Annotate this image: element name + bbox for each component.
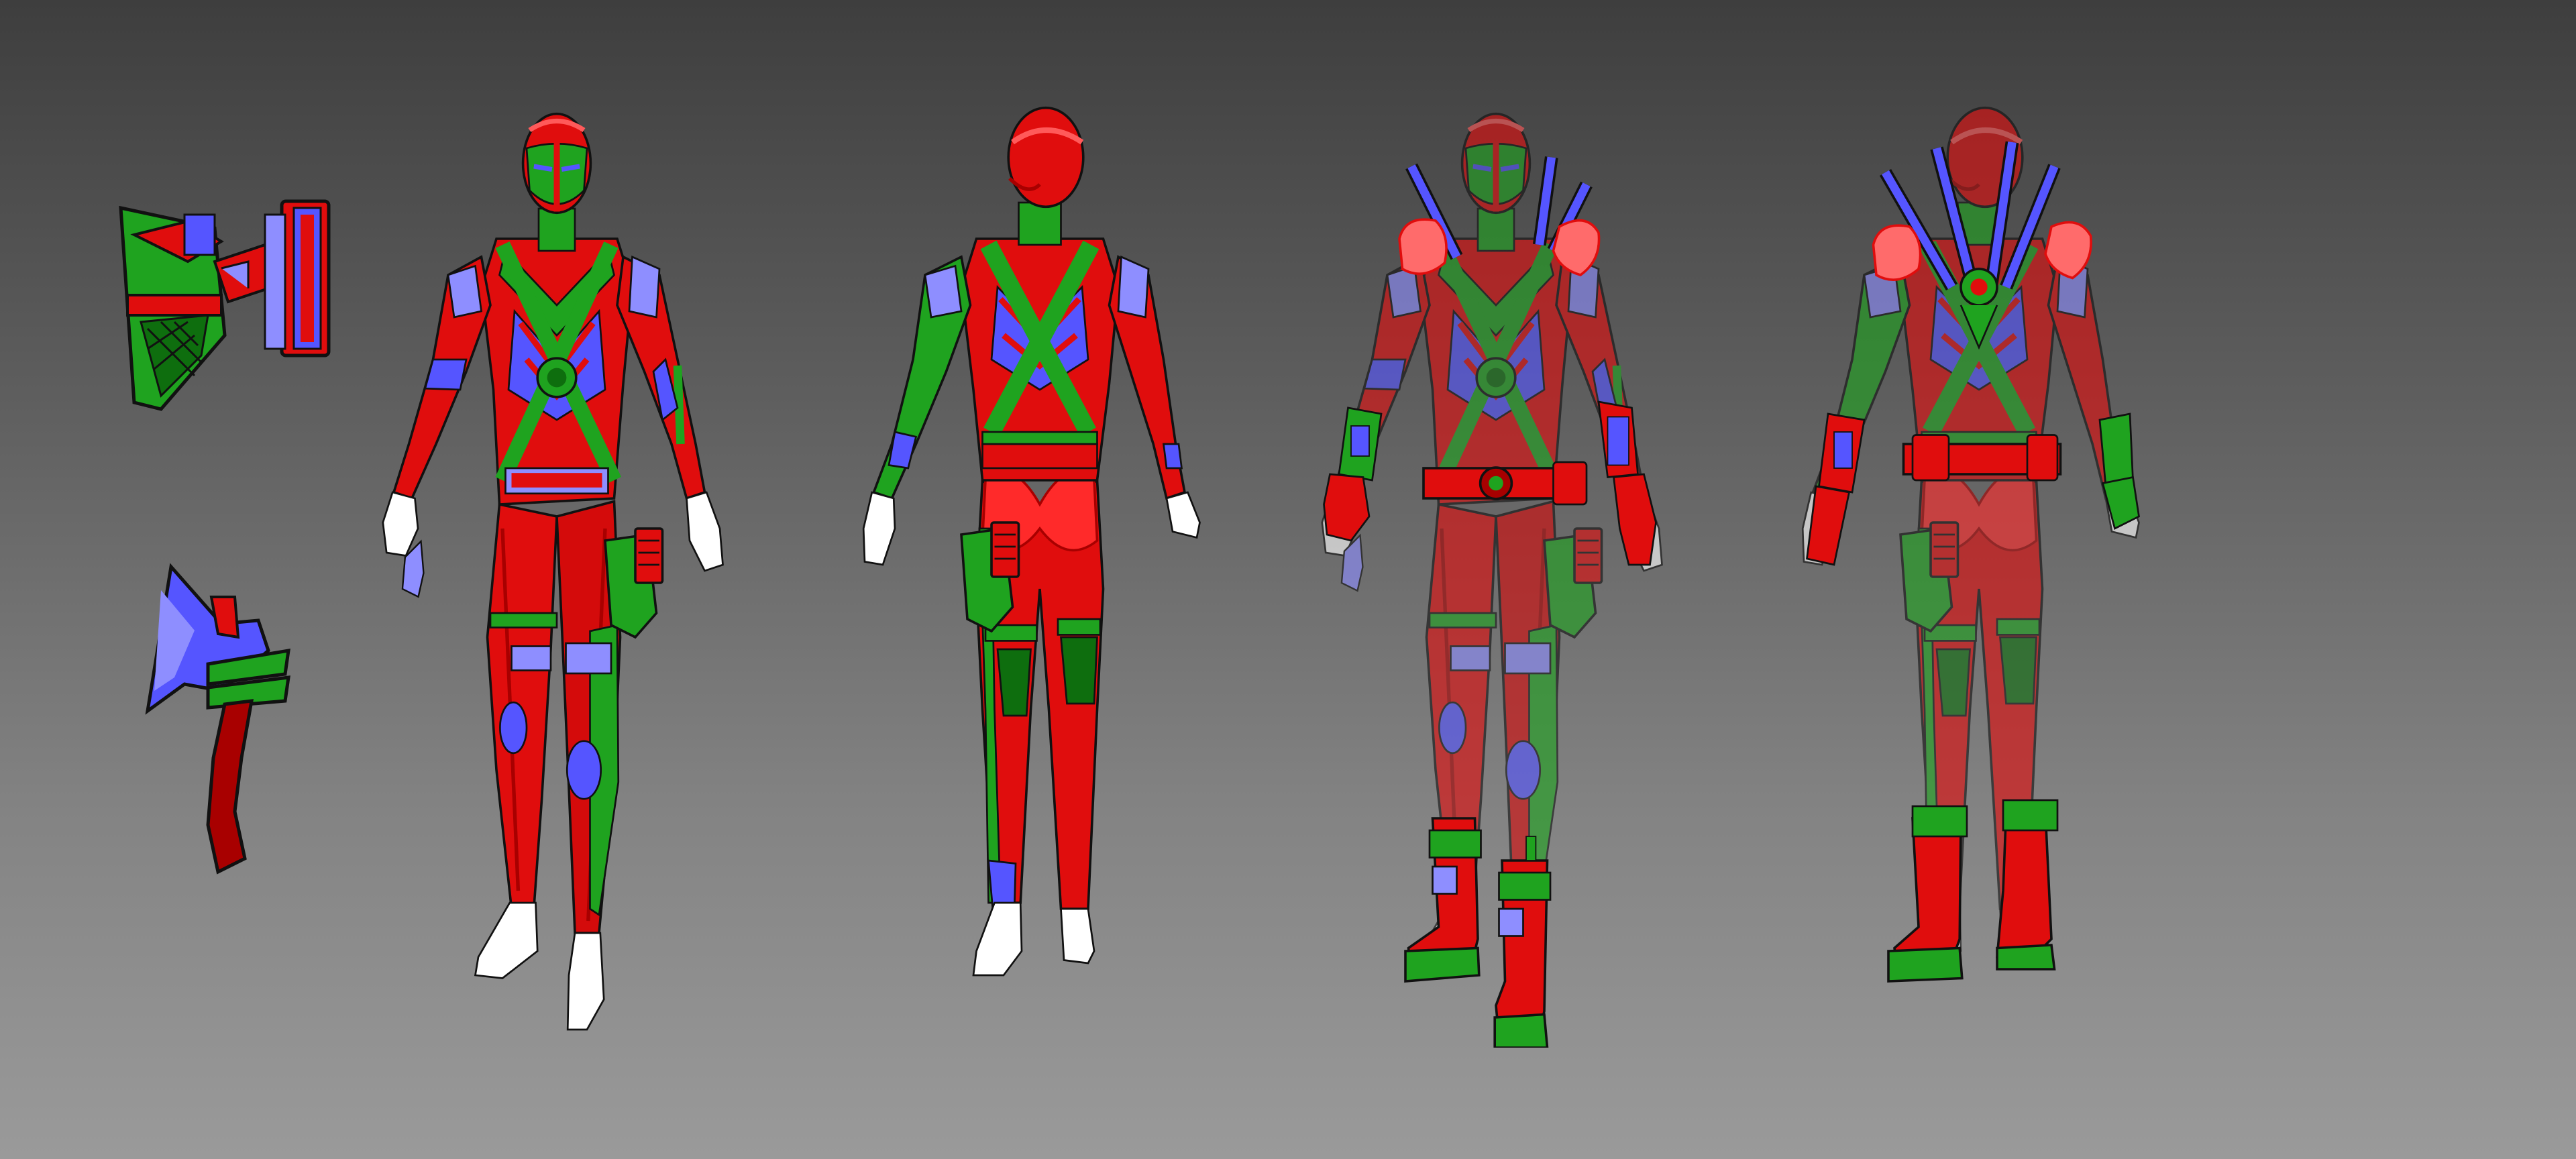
figure-back-icon xyxy=(1798,101,2160,1053)
hatchet-prop xyxy=(134,557,295,879)
holster-prop xyxy=(107,188,349,429)
figure-gear-front xyxy=(1315,101,1677,1053)
figure-gear-back xyxy=(1798,101,2160,1053)
figure-back-icon xyxy=(859,101,1221,1053)
holster-icon xyxy=(119,199,331,411)
axe-icon xyxy=(145,563,290,875)
base-body-overlay xyxy=(1322,114,1662,1030)
figure-base-front xyxy=(376,101,738,1053)
figure-base-back xyxy=(859,101,1221,1053)
figure-front-icon xyxy=(376,101,738,1053)
turnaround-canvas xyxy=(0,0,2576,1159)
figure-front-icon xyxy=(1315,101,1677,1053)
